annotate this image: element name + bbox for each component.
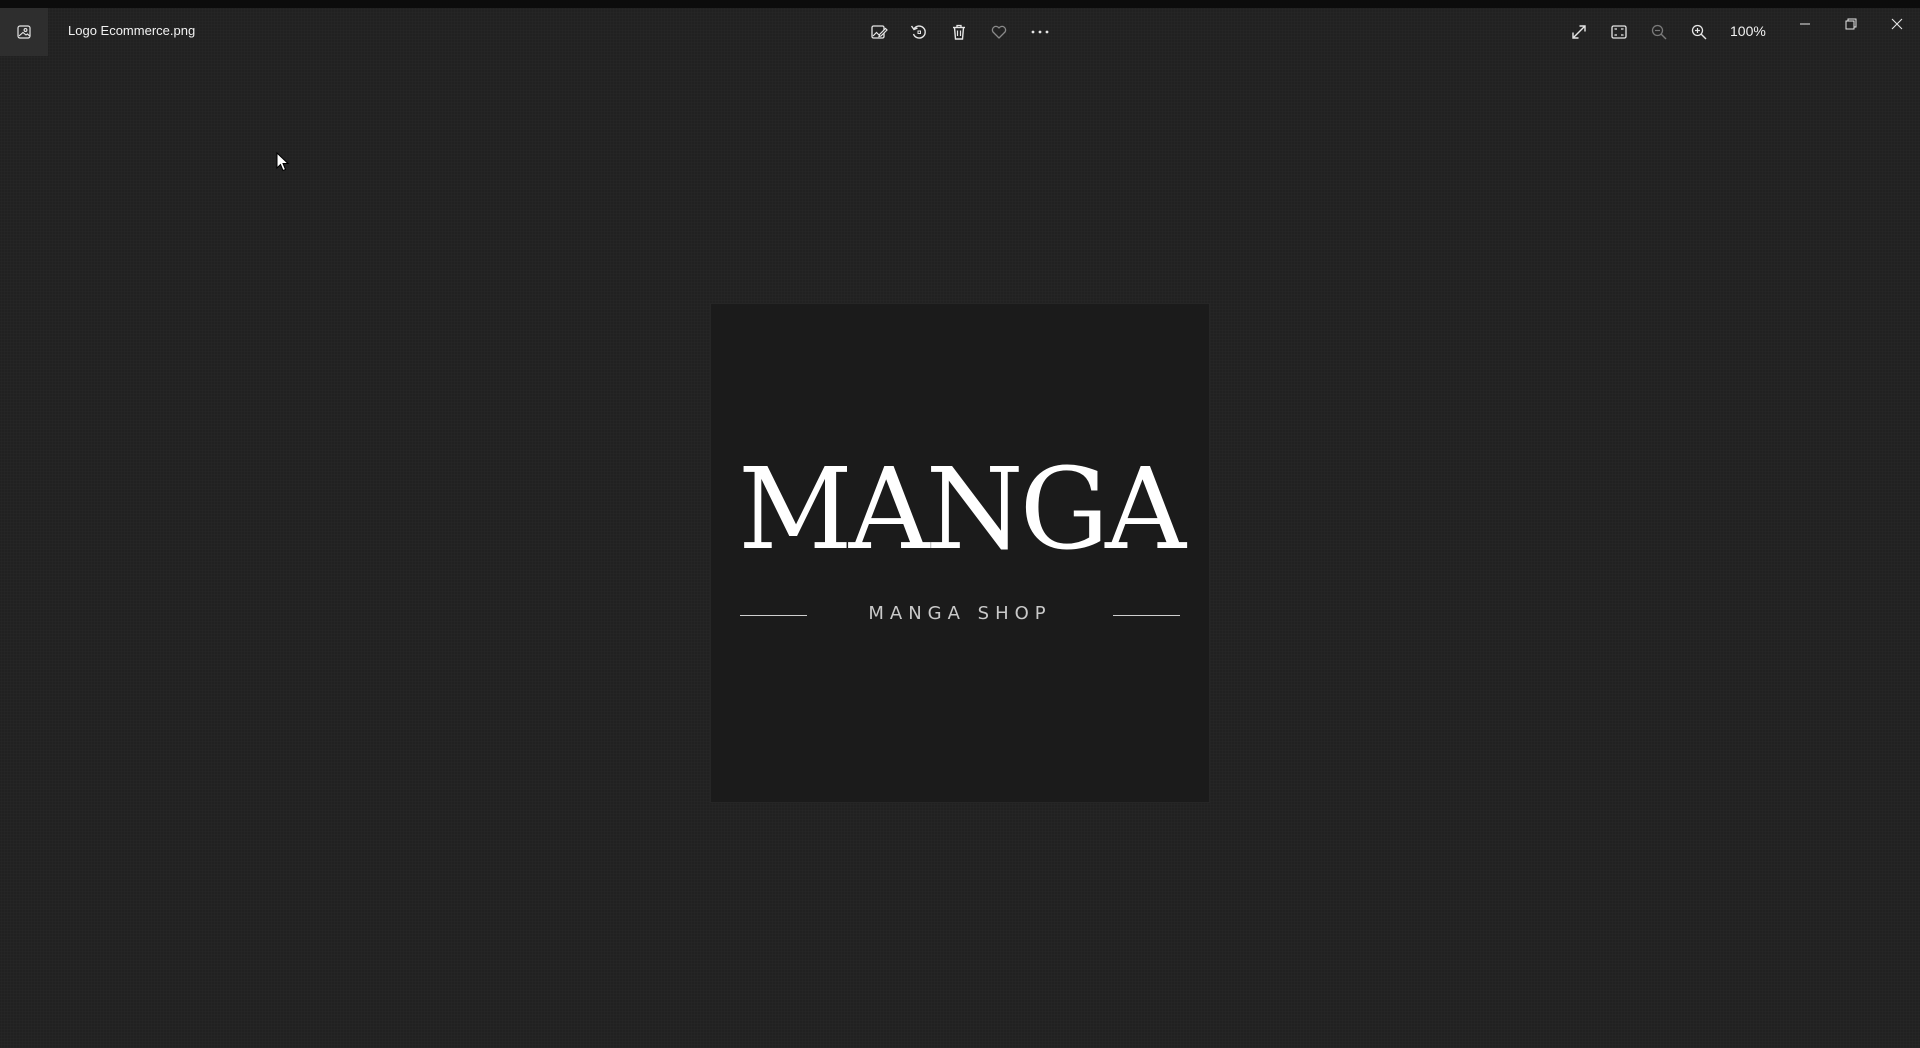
mouse-cursor-icon xyxy=(276,152,290,172)
ellipsis-icon xyxy=(1031,30,1049,34)
restore-button[interactable] xyxy=(1828,8,1874,40)
zoom-out-icon xyxy=(1651,24,1667,40)
close-icon xyxy=(1891,18,1903,30)
top-edge-strip xyxy=(0,0,1920,8)
minimize-button[interactable] xyxy=(1782,8,1828,40)
zoom-in-icon xyxy=(1691,24,1707,40)
photos-app-window: Logo Ecommerce.png 100% MANGA MANGA SHOP xyxy=(0,8,1920,1048)
fit-screen-icon xyxy=(1611,25,1627,39)
trash-icon xyxy=(953,24,965,40)
photos-app-icon[interactable] xyxy=(0,8,48,56)
photos-icon xyxy=(17,25,31,39)
title-bar: Logo Ecommerce.png 100% xyxy=(0,8,1920,56)
displayed-image[interactable]: MANGA MANGA SHOP xyxy=(711,304,1209,802)
expand-icon xyxy=(1572,25,1586,39)
zoom-in-button[interactable] xyxy=(1687,20,1711,44)
close-button[interactable] xyxy=(1874,8,1920,40)
edit-image-icon xyxy=(871,25,888,39)
restore-icon xyxy=(1845,18,1857,30)
edit-image-button[interactable] xyxy=(867,20,891,44)
logo-right-rule xyxy=(1113,615,1180,616)
zoom-out-button[interactable] xyxy=(1647,20,1671,44)
rotate-button[interactable] xyxy=(907,20,931,44)
rotate-icon xyxy=(910,25,926,39)
zoom-level[interactable]: 100% xyxy=(1730,23,1766,39)
file-name: Logo Ecommerce.png xyxy=(68,23,196,38)
logo-subtitle: MANGA SHOP xyxy=(868,603,1052,624)
heart-icon xyxy=(991,25,1007,39)
delete-button[interactable] xyxy=(947,20,971,44)
fullscreen-button[interactable] xyxy=(1567,20,1591,44)
minimize-icon xyxy=(1800,23,1810,25)
actual-size-button[interactable] xyxy=(1607,20,1631,44)
logo-wordmark: MANGA xyxy=(738,445,1186,575)
favorite-button[interactable] xyxy=(987,20,1011,44)
more-button[interactable] xyxy=(1028,20,1052,44)
